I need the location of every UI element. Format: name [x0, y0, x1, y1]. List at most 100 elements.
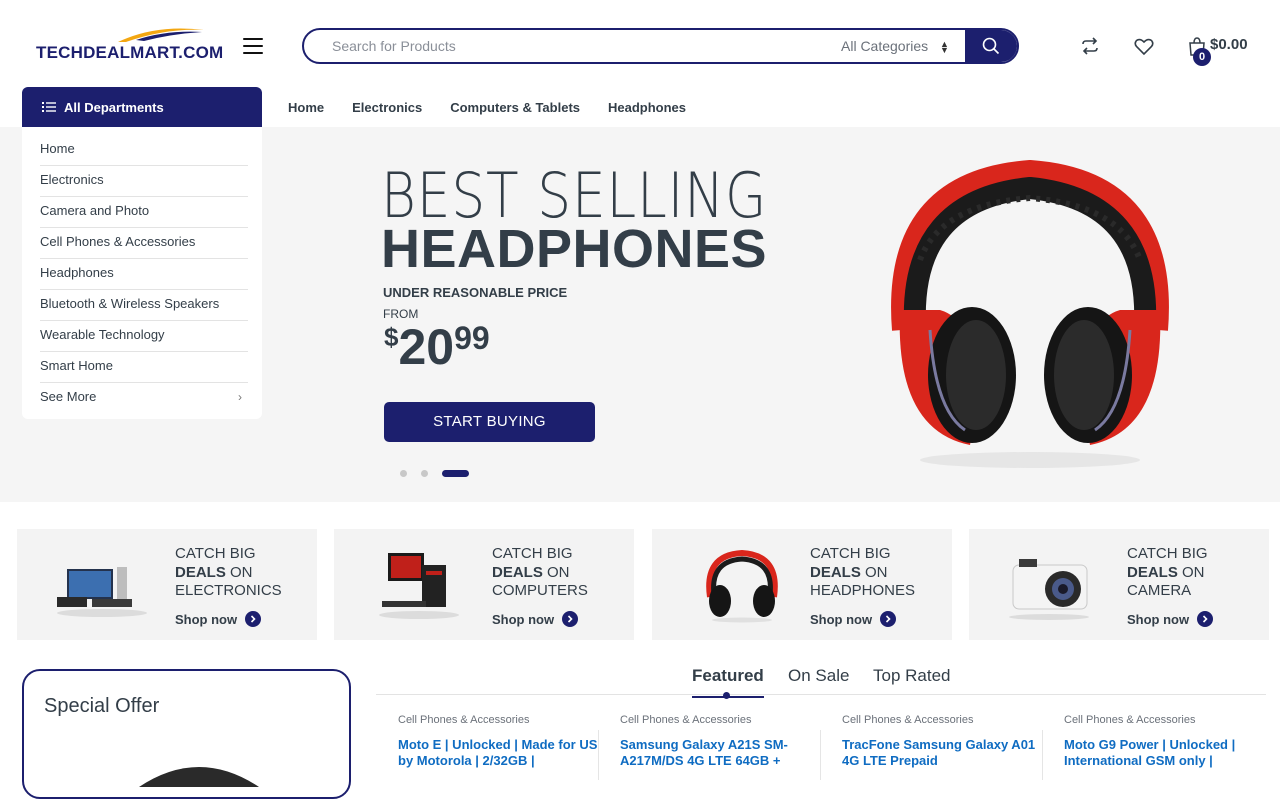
- shop-now-label: Shop now: [175, 611, 238, 627]
- category-select-label: All Categories: [841, 38, 929, 54]
- shop-now-label: Shop now: [810, 611, 873, 627]
- department-item-camera-photo[interactable]: Camera and Photo: [40, 197, 248, 228]
- product-category: Cell Phones & Accessories: [398, 714, 530, 726]
- department-item-cell-phones[interactable]: Cell Phones & Accessories: [40, 228, 248, 259]
- list-icon: [42, 102, 56, 112]
- deal-banner-camera[interactable]: CATCH BIG DEALS ON CAMERA Shop now: [969, 529, 1269, 640]
- heart-icon[interactable]: [1133, 35, 1155, 57]
- hero-title-line2: HEADPHONES: [381, 219, 768, 279]
- top-navigation: Home Electronics Computers & Tablets Hea…: [288, 100, 714, 115]
- special-offer-title: Special Offer: [44, 695, 160, 717]
- active-tab-indicator: [723, 692, 730, 699]
- carousel-dot[interactable]: [421, 470, 428, 477]
- product-card[interactable]: Cell Phones & Accessories TracFone Samsu…: [842, 714, 1052, 769]
- shop-now-link[interactable]: Shop now: [492, 611, 579, 627]
- deal-on: ON: [860, 563, 888, 581]
- compare-icon[interactable]: [1079, 35, 1101, 57]
- department-item-smart-home[interactable]: Smart Home: [40, 352, 248, 383]
- deal-category: HEADPHONES: [810, 582, 916, 599]
- deal-bold: DEALS: [810, 563, 861, 581]
- department-item-wearables[interactable]: Wearable Technology: [40, 321, 248, 352]
- hero-title-line1: BEST SELLING: [381, 159, 768, 232]
- site-logo[interactable]: TECHDEALMART.COM: [36, 26, 232, 66]
- chevron-right-icon: [562, 611, 579, 627]
- department-item-headphones[interactable]: Headphones: [40, 259, 248, 290]
- deal-on: ON: [542, 563, 570, 581]
- product-tabs: Featured On Sale Top Rated: [376, 664, 1266, 698]
- tab-on-sale[interactable]: On Sale: [788, 666, 849, 686]
- carousel-dot[interactable]: [400, 470, 407, 477]
- nav-headphones[interactable]: Headphones: [608, 100, 686, 115]
- product-name[interactable]: Samsung Galaxy A21S SM-A217M/DS 4G LTE 6…: [620, 737, 830, 769]
- carousel-dot-active[interactable]: [442, 470, 469, 477]
- see-more-label: See More: [40, 389, 97, 404]
- deal-bold: DEALS: [492, 563, 543, 581]
- deal-banner-electronics[interactable]: CATCH BIG DEALS ON ELECTRONICS Shop now: [17, 529, 317, 640]
- product-name[interactable]: Moto E | Unlocked | Made for US by Motor…: [398, 737, 608, 769]
- search-icon: [982, 37, 1000, 55]
- price-currency: $: [384, 322, 399, 352]
- shop-now-link[interactable]: Shop now: [1127, 611, 1214, 627]
- all-departments-button[interactable]: All Departments: [22, 87, 262, 127]
- hamburger-icon[interactable]: [243, 38, 263, 54]
- shop-now-label: Shop now: [492, 611, 555, 627]
- deal-category: CAMERA: [1127, 582, 1192, 599]
- product-category: Cell Phones & Accessories: [620, 714, 752, 726]
- logo-swoosh-icon: [118, 28, 204, 42]
- department-item-electronics[interactable]: Electronics: [40, 166, 248, 197]
- cart-total[interactable]: $0.00: [1210, 36, 1248, 53]
- chevron-right-icon: [880, 611, 897, 627]
- deal-line1: CATCH BIG: [810, 545, 891, 562]
- product-card[interactable]: Cell Phones & Accessories Samsung Galaxy…: [620, 714, 830, 769]
- product-name[interactable]: Moto G9 Power | Unlocked | International…: [1064, 737, 1274, 769]
- product-category: Cell Phones & Accessories: [842, 714, 974, 726]
- divider: [598, 730, 599, 780]
- chevron-right-icon: [245, 611, 262, 627]
- deal-line1: CATCH BIG: [175, 545, 256, 562]
- search-button[interactable]: [965, 30, 1017, 62]
- deal-line1: CATCH BIG: [1127, 545, 1208, 562]
- tab-top-rated[interactable]: Top Rated: [873, 666, 951, 686]
- nav-computers-tablets[interactable]: Computers & Tablets: [450, 100, 580, 115]
- special-offer-product-image: [139, 767, 259, 787]
- product-card[interactable]: Cell Phones & Accessories Moto E | Unloc…: [398, 714, 608, 769]
- product-category: Cell Phones & Accessories: [1064, 714, 1196, 726]
- hero-subtitle: UNDER REASONABLE PRICE: [383, 285, 568, 300]
- all-departments-label: All Departments: [64, 99, 164, 115]
- deal-banner-headphones[interactable]: CATCH BIG DEALS ON HEADPHONES Shop now: [652, 529, 952, 640]
- price-integer: 20: [398, 319, 455, 375]
- departments-list: Home Electronics Camera and Photo Cell P…: [22, 127, 262, 419]
- search-input[interactable]: [304, 30, 824, 62]
- product-card[interactable]: Cell Phones & Accessories Moto G9 Power …: [1064, 714, 1274, 769]
- nav-home[interactable]: Home: [288, 100, 324, 115]
- department-item-speakers[interactable]: Bluetooth & Wireless Speakers: [40, 290, 248, 321]
- shop-now-link[interactable]: Shop now: [810, 611, 897, 627]
- logo-text-main: TECHDEAL: [36, 43, 131, 62]
- price-decimal: 99: [454, 320, 490, 356]
- deal-category: ELECTRONICS: [175, 582, 282, 599]
- chevron-right-icon: ›: [238, 390, 242, 404]
- electronics-image: [57, 567, 147, 617]
- deal-bold: DEALS: [1127, 563, 1178, 581]
- shop-now-label: Shop now: [1127, 611, 1190, 627]
- deal-banner-computers[interactable]: CATCH BIG DEALS ON COMPUTERS Shop now: [334, 529, 634, 640]
- start-buying-button[interactable]: START BUYING: [384, 402, 595, 442]
- carousel-dots: [400, 470, 469, 477]
- site-header: TECHDEALMART.COM All Categories ▲▼ 0 $0.…: [0, 0, 1280, 90]
- computers-image: [379, 553, 459, 619]
- camera-image: [1009, 559, 1089, 620]
- department-item-home[interactable]: Home: [40, 135, 248, 166]
- headphones-image: [891, 160, 1169, 468]
- divider: [1042, 730, 1043, 780]
- tab-featured[interactable]: Featured: [692, 666, 764, 698]
- logo-text-suffix: MART.COM: [130, 43, 224, 62]
- category-select[interactable]: All Categories ▲ ▼: [841, 30, 949, 62]
- product-name[interactable]: TracFone Samsung Galaxy A01 4G LTE Prepa…: [842, 737, 1052, 769]
- divider: [820, 730, 821, 780]
- cart-count-badge: 0: [1193, 48, 1211, 66]
- nav-electronics[interactable]: Electronics: [352, 100, 422, 115]
- select-arrows-icon: ▲ ▼: [940, 39, 949, 56]
- chevron-right-icon: [1197, 611, 1214, 627]
- department-item-see-more[interactable]: See More ›: [40, 383, 248, 414]
- shop-now-link[interactable]: Shop now: [175, 611, 262, 627]
